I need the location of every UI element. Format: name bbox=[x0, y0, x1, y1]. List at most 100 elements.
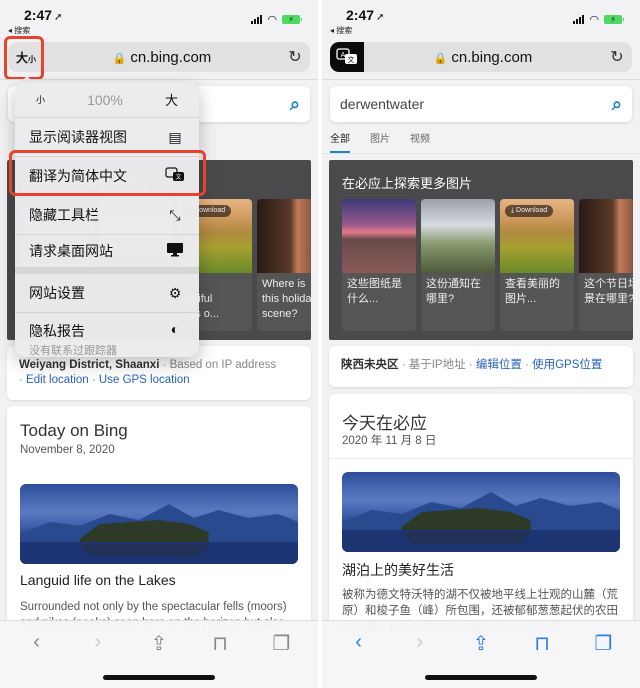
url-field[interactable]: 🔒 cn.bing.com bbox=[44, 49, 280, 66]
tabs-icon[interactable]: ❐ bbox=[588, 631, 618, 656]
menu-item-website-settings[interactable]: 网站设置 ⚙ bbox=[15, 274, 199, 313]
zoom-in-button[interactable]: 大 bbox=[165, 90, 178, 109]
image-thumbnail bbox=[257, 199, 311, 273]
lake-image[interactable] bbox=[342, 472, 620, 552]
lock-icon: 🔒 bbox=[112, 52, 127, 65]
address-bar[interactable]: 大小 🔒 cn.bing.com ↻ bbox=[4, 36, 310, 80]
desktop-icon bbox=[165, 242, 185, 260]
tab-all[interactable]: 全部 bbox=[330, 130, 350, 153]
today-on-bing-card: Today on Bing November 8, 2020 Languid l… bbox=[7, 406, 311, 646]
home-indicator[interactable] bbox=[103, 675, 215, 680]
clock-text: 2:47 bbox=[346, 7, 375, 23]
tab-images[interactable]: 图片 bbox=[370, 130, 390, 153]
download-label: Download bbox=[516, 207, 548, 214]
menu-item-sublabel: 没有联系过跟踪器 bbox=[29, 345, 117, 357]
url-text: cn.bing.com bbox=[130, 48, 212, 66]
settings-icon: ⚙ bbox=[168, 284, 182, 301]
divider bbox=[329, 458, 633, 459]
location-basis: Based on IP address bbox=[169, 359, 277, 371]
wifi-icon: ◠ bbox=[267, 14, 277, 26]
lake-image[interactable] bbox=[20, 484, 298, 564]
search-input[interactable]: derwentwater bbox=[340, 96, 612, 112]
images-module-title: 在必应上探索更多图片 bbox=[342, 176, 473, 191]
image-card[interactable]: 这些图纸是什么... bbox=[342, 199, 416, 331]
zoom-level: 100% bbox=[87, 91, 123, 108]
cellular-signal-icon bbox=[251, 15, 263, 24]
divider bbox=[322, 153, 640, 154]
location-basis: 基于IP地址 bbox=[408, 359, 466, 371]
search-box[interactable]: derwentwater ⌕ bbox=[330, 86, 632, 122]
share-icon[interactable]: ⇪ bbox=[466, 631, 496, 656]
images-module: 在必应上探索更多图片 这些图纸是什么... 这份通知在哪里? ⤓ Downloa… bbox=[329, 160, 633, 340]
search-icon[interactable]: ⌕ bbox=[612, 94, 622, 115]
image-card[interactable]: Where is this holida scene? bbox=[257, 199, 311, 331]
back-to-app-link[interactable]: ◂ 搜索 bbox=[8, 25, 30, 36]
url-text: cn.bing.com bbox=[451, 48, 533, 66]
image-caption: 这个节日场景在哪里? bbox=[584, 278, 633, 305]
wifi-icon: ◠ bbox=[589, 14, 599, 26]
left-screen: 2:47➚ ◂ 搜索 ◠ ⚡ 大小 🔒cn.bing.com ↻ ⌕ 在必应上探… bbox=[0, 0, 318, 688]
download-badge[interactable]: ⤓ Download bbox=[505, 205, 554, 217]
article-title[interactable]: 湖泊上的美好生活 bbox=[342, 560, 454, 580]
share-icon[interactable]: ⇪ bbox=[144, 631, 174, 656]
menu-item-hide-toolbar[interactable]: 隐藏工具栏 ⤡ bbox=[15, 196, 199, 235]
image-card[interactable]: 这份通知在哪里? bbox=[421, 199, 495, 331]
image-caption: 这份通知在哪里? bbox=[426, 278, 481, 305]
menu-item-label: 隐藏工具栏 bbox=[29, 207, 99, 223]
back-to-app-link[interactable]: ◂ 搜索 bbox=[330, 25, 352, 36]
home-indicator[interactable] bbox=[425, 675, 537, 680]
reload-icon[interactable]: ↻ bbox=[602, 47, 632, 67]
url-field[interactable]: 🔒 cn.bing.com bbox=[364, 49, 602, 66]
use-gps-location-link[interactable]: Use GPS location bbox=[99, 374, 190, 386]
reader-icon: ▤ bbox=[168, 128, 182, 145]
today-date: November 8, 2020 bbox=[20, 444, 115, 456]
edit-location-link[interactable]: 编辑位置 bbox=[476, 359, 522, 371]
expand-icon: ⤡ bbox=[169, 206, 181, 223]
aa-highlight-annotation bbox=[4, 36, 44, 80]
image-thumbnail bbox=[579, 199, 633, 273]
charging-battery-icon: ⚡ bbox=[604, 15, 624, 24]
zoom-out-button[interactable]: 小 bbox=[36, 93, 45, 106]
bookmarks-icon[interactable]: ⊓ bbox=[527, 631, 557, 656]
location-card: 陕西未央区 · 基于IP地址 · 编辑位置 · 使用GPS位置 bbox=[329, 346, 633, 387]
menu-item-privacy-report[interactable]: 隐私报告 没有联系过跟踪器 ◐ bbox=[15, 313, 199, 357]
tab-videos[interactable]: 视频 bbox=[410, 130, 430, 153]
divider bbox=[322, 79, 640, 80]
location-place: 陕西未央区 bbox=[341, 359, 399, 371]
today-on-bing-card: 今天在必应 2020 年 11 月 8 日 湖泊上的美好生活 被称为德文特沃特的… bbox=[329, 394, 633, 634]
use-gps-location-link[interactable]: 使用GPS位置 bbox=[532, 359, 602, 371]
translate-button[interactable]: A文 bbox=[330, 42, 364, 72]
bookmarks-icon[interactable]: ⊓ bbox=[205, 631, 235, 656]
bottom-toolbar: ‹ › ⇪ ⊓ ❐ bbox=[0, 620, 318, 688]
edit-location-link[interactable]: Edit location bbox=[26, 374, 89, 386]
clock-text: 2:47 bbox=[24, 7, 53, 23]
back-icon[interactable]: ‹ bbox=[344, 631, 374, 656]
search-icon[interactable]: ⌕ bbox=[290, 94, 300, 115]
divider bbox=[0, 79, 318, 80]
menu-item-request-desktop[interactable]: 请求桌面网站 bbox=[15, 235, 199, 274]
address-bar[interactable]: A文 🔒 cn.bing.com ↻ bbox=[330, 42, 632, 72]
translate-icon: A文 bbox=[336, 48, 357, 64]
image-card[interactable]: ⤓ Download 查看美丽的图片... bbox=[500, 199, 574, 331]
image-thumbnail: ⤓ Download bbox=[500, 199, 574, 273]
clock: 2:47 ➚ bbox=[346, 7, 384, 23]
location-arrow-icon: ➚ bbox=[54, 12, 63, 23]
reload-icon[interactable]: ↻ bbox=[280, 47, 310, 67]
today-date: 2020 年 11 月 8 日 bbox=[342, 435, 437, 447]
right-screen: 2:47 ➚ ◂ 搜索 ◠ ⚡ A文 🔒 cn.bing.com ↻ derwent… bbox=[322, 0, 640, 688]
lock-icon: 🔒 bbox=[433, 52, 448, 65]
tabs-icon[interactable]: ❐ bbox=[266, 631, 296, 656]
bottom-toolbar: ‹ › ⇪ ⊓ ❐ bbox=[322, 620, 640, 688]
charging-battery-icon: ⚡ bbox=[282, 15, 302, 24]
location-arrow-icon: ➚ bbox=[376, 12, 385, 23]
forward-icon[interactable]: › bbox=[83, 631, 113, 656]
translate-highlight-annotation bbox=[9, 150, 206, 196]
menu-item-label: 网站设置 bbox=[29, 285, 85, 301]
image-card[interactable]: 这个节日场景在哪里? bbox=[579, 199, 633, 331]
image-caption: 这些图纸是什么... bbox=[347, 278, 402, 305]
back-icon[interactable]: ‹ bbox=[22, 631, 52, 656]
today-heading: Today on Bing bbox=[20, 421, 128, 440]
article-title[interactable]: Languid life on the Lakes bbox=[20, 572, 176, 588]
status-bar: 2:47 ➚ ◂ 搜索 ◠ ⚡ bbox=[0, 0, 318, 40]
forward-icon[interactable]: › bbox=[405, 631, 435, 656]
